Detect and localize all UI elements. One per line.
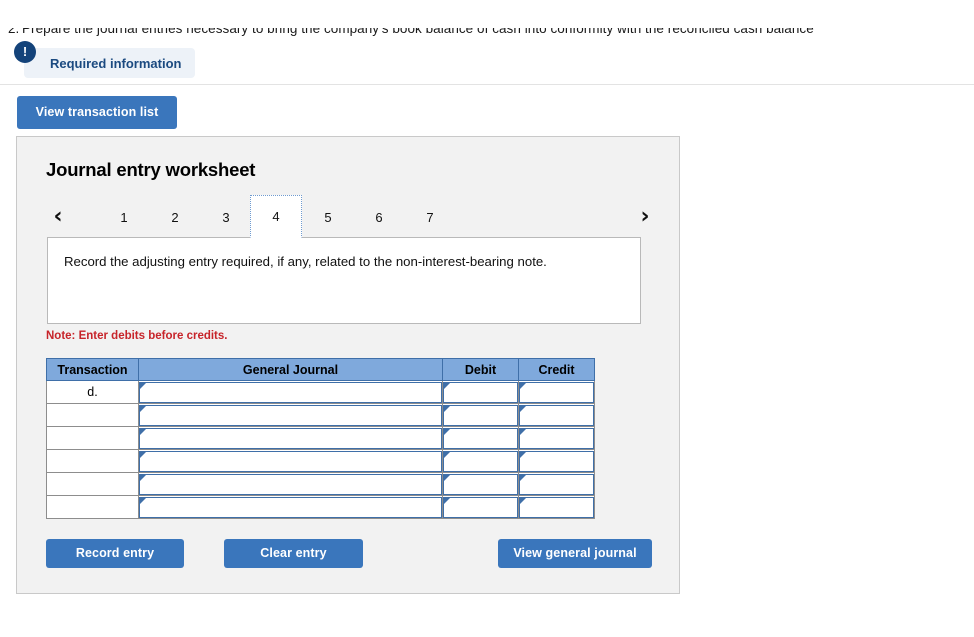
column-header-credit: Credit: [518, 358, 595, 381]
table-row: [46, 495, 595, 519]
exclamation-icon: !: [14, 41, 36, 63]
clear-entry-button[interactable]: Clear entry: [224, 539, 363, 568]
transaction-cell: [46, 426, 139, 450]
general-journal-cell[interactable]: [138, 426, 443, 450]
credit-cell[interactable]: [518, 426, 595, 450]
general-journal-cell[interactable]: [138, 449, 443, 473]
general-journal-input[interactable]: [139, 427, 442, 449]
table-row: [46, 472, 595, 496]
transaction-label: d.: [87, 384, 98, 399]
debit-input[interactable]: [443, 473, 518, 495]
journal-entry-worksheet-card: Journal entry worksheet ‹ 1 2 3 4 5 6 7 …: [16, 136, 680, 594]
view-general-journal-button[interactable]: View general journal: [498, 539, 652, 568]
tab-5[interactable]: 5: [311, 195, 345, 239]
general-journal-input[interactable]: [139, 450, 442, 472]
general-journal-input[interactable]: [139, 381, 442, 403]
debit-input[interactable]: [443, 381, 518, 403]
table-row: d.: [46, 380, 595, 404]
view-transaction-list-button[interactable]: View transaction list: [17, 96, 177, 129]
column-header-debit: Debit: [442, 358, 519, 381]
chevron-right-icon[interactable]: ›: [634, 203, 656, 231]
credit-cell[interactable]: [518, 380, 595, 404]
general-journal-cell[interactable]: [138, 403, 443, 427]
debit-cell[interactable]: [442, 380, 519, 404]
table-row: [46, 426, 595, 450]
tab-2[interactable]: 2: [158, 195, 192, 239]
record-entry-button[interactable]: Record entry: [46, 539, 184, 568]
page-root: 2. Prepare the journal entries necessary…: [0, 0, 974, 637]
debit-cell[interactable]: [442, 426, 519, 450]
credit-cell[interactable]: [518, 472, 595, 496]
required-information-label: Required information: [24, 48, 196, 78]
tab-6[interactable]: 6: [362, 195, 396, 239]
table-row: [46, 403, 595, 427]
general-journal-input[interactable]: [139, 404, 442, 426]
column-header-general-journal: General Journal: [138, 358, 443, 381]
general-journal-cell[interactable]: [138, 495, 443, 519]
question-bullet: 2.: [8, 28, 20, 36]
worksheet-title: Journal entry worksheet: [46, 159, 256, 180]
debit-input[interactable]: [443, 404, 518, 426]
debit-cell[interactable]: [442, 472, 519, 496]
column-header-transaction: Transaction: [46, 358, 139, 381]
transaction-cell: [46, 495, 139, 519]
credit-input[interactable]: [519, 450, 594, 472]
tab-7[interactable]: 7: [413, 195, 447, 239]
credit-cell[interactable]: [518, 495, 595, 519]
transaction-cell: [46, 403, 139, 427]
tab-1[interactable]: 1: [107, 195, 141, 239]
debit-input[interactable]: [443, 496, 518, 518]
debit-input[interactable]: [443, 427, 518, 449]
worksheet-pager: ‹ 1 2 3 4 5 6 7 ›: [17, 195, 681, 239]
table-header-row: Transaction General Journal Debit Credit: [46, 358, 595, 381]
question-text-line: 2. Prepare the journal entries necessary…: [0, 28, 974, 44]
debit-cell[interactable]: [442, 403, 519, 427]
chevron-left-icon[interactable]: ‹: [47, 203, 69, 231]
tab-3[interactable]: 3: [209, 195, 243, 239]
credit-input[interactable]: [519, 427, 594, 449]
journal-entry-table: Transaction General Journal Debit Credit…: [46, 358, 595, 519]
credit-input[interactable]: [519, 496, 594, 518]
transaction-cell: d.: [46, 380, 139, 404]
credit-cell[interactable]: [518, 449, 595, 473]
debits-before-credits-note: Note: Enter debits before credits.: [46, 330, 228, 342]
debit-cell[interactable]: [442, 449, 519, 473]
tab-4[interactable]: 4: [250, 195, 302, 238]
transaction-cell: [46, 472, 139, 496]
debit-cell[interactable]: [442, 495, 519, 519]
table-row: [46, 449, 595, 473]
credit-cell[interactable]: [518, 403, 595, 427]
debit-input[interactable]: [443, 450, 518, 472]
general-journal-cell[interactable]: [138, 380, 443, 404]
general-journal-cell[interactable]: [138, 472, 443, 496]
transaction-cell: [46, 449, 139, 473]
general-journal-input[interactable]: [139, 496, 442, 518]
instruction-panel: Record the adjusting entry required, if …: [47, 237, 641, 324]
credit-input[interactable]: [519, 404, 594, 426]
credit-input[interactable]: [519, 473, 594, 495]
header-divider: [0, 84, 974, 85]
credit-input[interactable]: [519, 381, 594, 403]
instruction-text: Record the adjusting entry required, if …: [64, 254, 547, 269]
general-journal-input[interactable]: [139, 473, 442, 495]
question-text: Prepare the journal entries necessary to…: [22, 28, 814, 36]
